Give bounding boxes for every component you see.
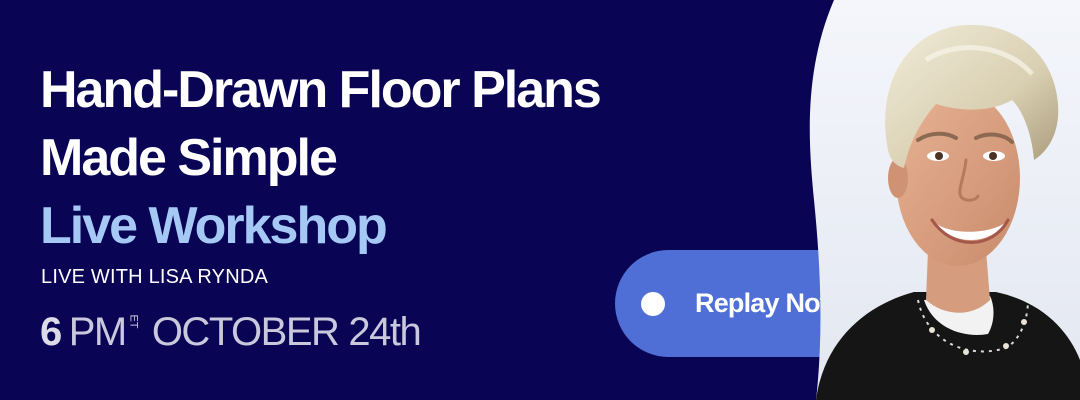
workshop-banner: Hand-Drawn Floor Plans Made Simple Live … — [0, 0, 1080, 400]
title-line-1: Hand-Drawn Floor Plans — [40, 61, 602, 119]
workshop-subtitle: Live Workshop — [40, 197, 388, 255]
event-datetime: 6 PM ET OCTOBER 24th — [40, 310, 422, 354]
presenter-photo — [809, 0, 1080, 400]
title-line-2: Made Simple — [40, 129, 338, 187]
event-period: PM — [68, 310, 128, 354]
event-hour: 6 — [40, 310, 62, 354]
host-label: LIVE WITH LISA RYNDA — [41, 266, 269, 288]
event-timezone: ET — [127, 314, 140, 329]
circle-dot-icon — [641, 291, 665, 316]
event-month: OCTOBER — [151, 310, 340, 354]
event-day: 24th — [348, 310, 421, 354]
